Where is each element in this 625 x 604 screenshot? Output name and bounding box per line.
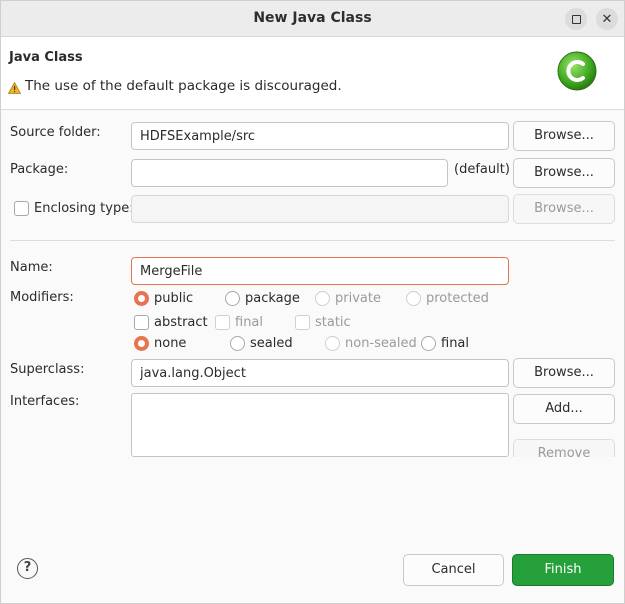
enclosing-type-label: Enclosing type: xyxy=(34,201,134,216)
new-java-class-dialog: New Java Class ✕ Java Class The use of t… xyxy=(0,0,625,604)
warning-message: The use of the default package is discou… xyxy=(25,78,342,94)
package-label: Package: xyxy=(10,162,69,177)
radio-indicator[interactable] xyxy=(315,291,330,306)
name-label: Name: xyxy=(10,260,53,275)
enclosing-type-browse-button[interactable]: Browse... xyxy=(513,194,615,224)
modifier-private-radio[interactable]: private xyxy=(315,291,381,306)
page-title: Java Class xyxy=(9,50,83,65)
modifier-public-label: public xyxy=(154,291,194,306)
enclosing-type-checkbox[interactable] xyxy=(14,201,29,216)
source-folder-browse-button[interactable]: Browse... xyxy=(513,121,615,151)
modifier-package-label: package xyxy=(245,291,300,306)
sealing-non-sealed-label: non-sealed xyxy=(345,336,417,351)
sealing-final-label: final xyxy=(441,336,470,351)
title-bar: New Java Class ✕ xyxy=(1,1,624,37)
modifier-static-checkbox[interactable]: static xyxy=(295,315,351,330)
radio-indicator[interactable] xyxy=(230,336,245,351)
sealing-none-radio[interactable]: none xyxy=(134,336,186,351)
modifier-protected-label: protected xyxy=(426,291,489,306)
sealing-non-sealed-radio[interactable]: non-sealed xyxy=(325,336,417,351)
maximize-button[interactable] xyxy=(565,8,587,30)
radio-indicator[interactable] xyxy=(134,336,149,351)
interfaces-remove-button[interactable]: Remove xyxy=(513,439,615,457)
separator xyxy=(10,240,615,241)
modifier-abstract-checkbox[interactable]: abstract xyxy=(134,315,208,330)
superclass-input[interactable] xyxy=(131,359,509,387)
sealing-sealed-radio[interactable]: sealed xyxy=(230,336,293,351)
scroll-cutoff xyxy=(1,457,624,467)
source-folder-label: Source folder: xyxy=(10,125,101,140)
java-class-logo-icon xyxy=(557,51,597,91)
default-package-label: (default) xyxy=(454,162,510,177)
checkbox-indicator[interactable] xyxy=(134,315,149,330)
radio-indicator[interactable] xyxy=(225,291,240,306)
window-title: New Java Class xyxy=(253,10,372,26)
modifier-private-label: private xyxy=(335,291,381,306)
enclosing-type-option[interactable]: Enclosing type: xyxy=(14,201,134,216)
package-browse-button[interactable]: Browse... xyxy=(513,158,615,188)
maximize-icon xyxy=(571,14,581,24)
cancel-button[interactable]: Cancel xyxy=(403,554,504,586)
interfaces-add-button[interactable]: Add... xyxy=(513,394,615,424)
finish-button[interactable]: Finish xyxy=(512,554,614,586)
radio-indicator[interactable] xyxy=(421,336,436,351)
radio-indicator[interactable] xyxy=(325,336,340,351)
superclass-label: Superclass: xyxy=(10,362,85,377)
wizard-header: Java Class The use of the default packag… xyxy=(1,37,624,110)
sealing-sealed-label: sealed xyxy=(250,336,293,351)
close-button[interactable]: ✕ xyxy=(596,8,618,30)
checkbox-indicator[interactable] xyxy=(215,315,230,330)
checkbox-indicator[interactable] xyxy=(295,315,310,330)
modifier-public-radio[interactable]: public xyxy=(134,291,193,306)
modifier-final-checkbox[interactable]: final xyxy=(215,315,263,330)
name-input[interactable] xyxy=(131,257,509,285)
sealing-final-radio[interactable]: final xyxy=(421,336,469,351)
superclass-browse-button[interactable]: Browse... xyxy=(513,358,615,388)
modifier-protected-radio[interactable]: protected xyxy=(406,291,489,306)
close-icon: ✕ xyxy=(601,11,613,27)
modifier-final-label: final xyxy=(235,315,264,330)
modifiers-label: Modifiers: xyxy=(10,290,74,305)
enclosing-type-input[interactable] xyxy=(131,195,509,223)
warning-icon xyxy=(8,82,21,94)
interfaces-label: Interfaces: xyxy=(10,394,80,409)
package-input[interactable] xyxy=(131,159,448,187)
sealing-none-label: none xyxy=(154,336,187,351)
interfaces-list[interactable] xyxy=(131,393,509,457)
modifier-package-radio[interactable]: package xyxy=(225,291,300,306)
modifier-abstract-label: abstract xyxy=(154,315,208,330)
radio-indicator[interactable] xyxy=(134,291,149,306)
modifier-static-label: static xyxy=(315,315,351,330)
source-folder-input[interactable] xyxy=(131,122,509,150)
help-icon[interactable]: ? xyxy=(17,558,38,579)
radio-indicator[interactable] xyxy=(406,291,421,306)
